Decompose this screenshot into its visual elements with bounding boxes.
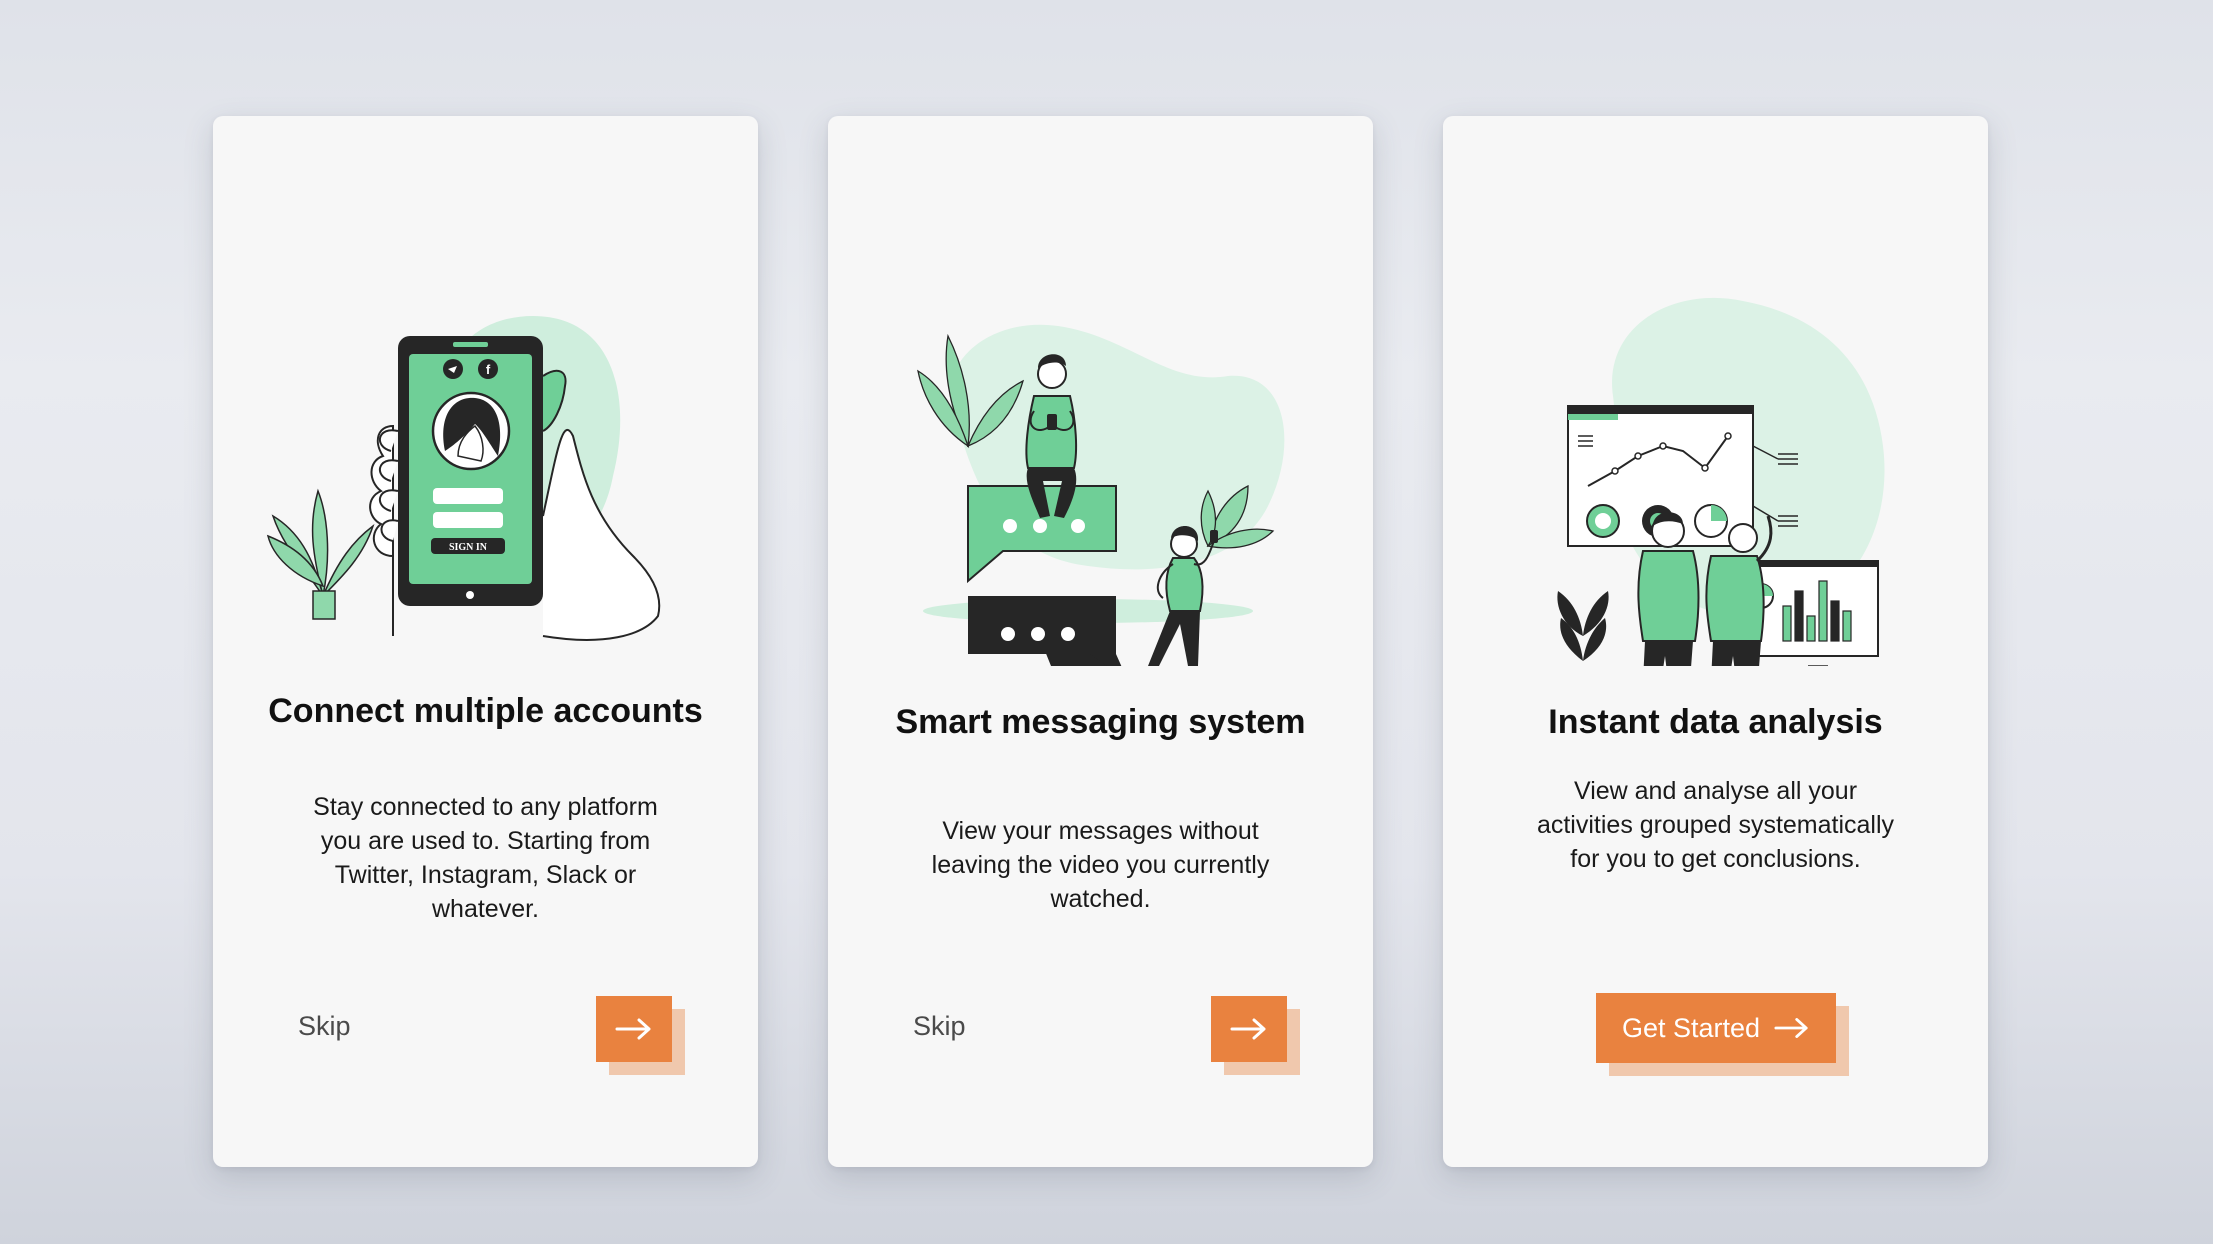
next-button[interactable] bbox=[596, 996, 672, 1062]
card-description: View and analyse all your activities gro… bbox=[1536, 777, 1895, 873]
onboarding-card-data-analysis: Instant data analysis View and analyse a… bbox=[1443, 116, 1988, 1167]
next-button[interactable] bbox=[1211, 996, 1287, 1062]
card-title: Connect multiple accounts bbox=[268, 692, 703, 730]
skip-button[interactable]: Skip bbox=[913, 1011, 966, 1042]
card-title: Smart messaging system bbox=[895, 703, 1306, 741]
card-title: Instant data analysis bbox=[1548, 703, 1883, 741]
skip-button[interactable]: Skip bbox=[298, 1011, 351, 1042]
arrow-right-icon bbox=[1774, 1018, 1808, 1038]
svg-text:f: f bbox=[486, 362, 491, 377]
get-started-button[interactable]: Get Started bbox=[1596, 993, 1836, 1063]
svg-text:SIGN IN: SIGN IN bbox=[449, 542, 488, 553]
onboarding-card-smart-messaging: Smart messaging system View your message… bbox=[828, 116, 1373, 1167]
dashboard-analysis-illustration bbox=[1443, 246, 1988, 746]
arrow-right-icon bbox=[1230, 1018, 1266, 1040]
arrow-right-icon bbox=[615, 1018, 651, 1040]
card-description: View your messages without leaving the v… bbox=[931, 817, 1270, 913]
card-description: Stay connected to any platform you are u… bbox=[313, 793, 658, 923]
phone-sign-in-illustration: f SIGN IN bbox=[213, 256, 758, 676]
onboarding-card-connect-accounts: f SIGN IN Connect multiple accounts Stay… bbox=[213, 116, 758, 1167]
chat-bubbles-illustration bbox=[828, 246, 1373, 681]
get-started-label: Get Started bbox=[1621, 1012, 1761, 1043]
